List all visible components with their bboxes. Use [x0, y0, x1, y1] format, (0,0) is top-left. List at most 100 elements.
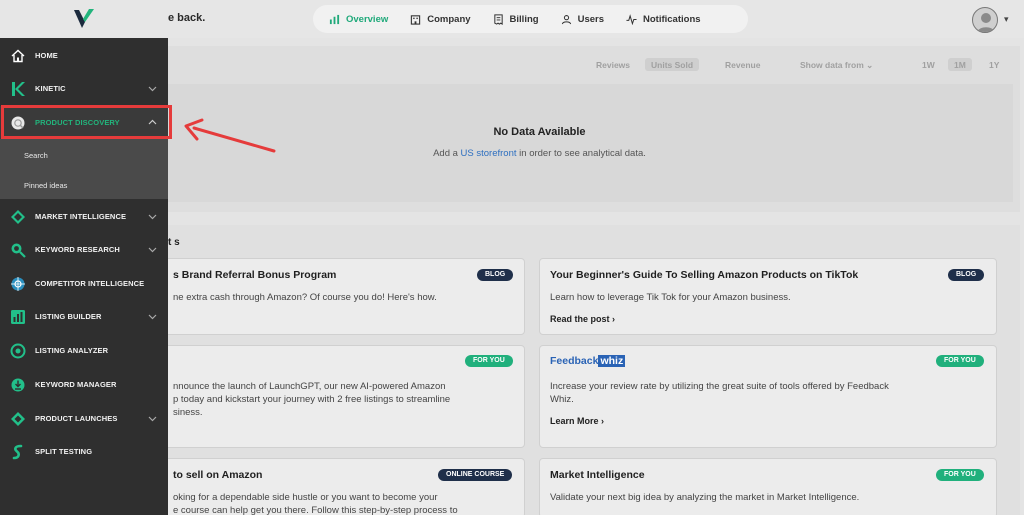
chevron-down-icon — [148, 86, 157, 92]
sidebar-item-listing-analyzer[interactable]: LISTING ANALYZER — [0, 334, 168, 367]
home-icon — [11, 49, 25, 62]
listing-builder-icon — [11, 309, 25, 324]
nav-overview[interactable]: Overview — [329, 14, 388, 25]
sidebar-item-label: HOME — [35, 51, 58, 60]
no-data-title: No Data Available — [493, 126, 586, 138]
subitem-label: Pinned ideas — [24, 181, 68, 190]
chevron-right-icon: › — [612, 314, 616, 324]
red-arrow-annotation — [184, 118, 276, 153]
blog-badge: BLOG — [477, 269, 514, 281]
learn-more-label: Learn More — [550, 416, 599, 426]
market-intelligence-icon — [11, 209, 25, 224]
card-desc: ne extra cash through Amazon? Of course … — [173, 292, 437, 303]
no-data-subtitle: Add a US storefront in order to see anal… — [168, 148, 911, 159]
sidebar-item-label: SPLIT TESTING — [35, 447, 93, 456]
learn-more-link[interactable]: Learn More › — [550, 416, 604, 426]
sidebar-item-label: KINETIC — [35, 84, 66, 93]
card-desc-line: p today and kickstart your journey with … — [173, 394, 451, 405]
nav-users-label: Users — [577, 13, 604, 25]
chevron-down-icon[interactable]: ▾ — [1004, 14, 1009, 25]
for-you-badge: FOR YOU — [465, 355, 513, 367]
logo-badge: whiz — [598, 355, 626, 367]
nav-company[interactable]: Company — [410, 13, 471, 25]
sidebar-item-home[interactable]: HOME — [0, 39, 168, 72]
chevron-down-icon — [148, 416, 157, 422]
range-1w[interactable]: 1W — [916, 58, 941, 71]
sidebar-item-market-intelligence[interactable]: MARKET INTELLIGENCE — [0, 200, 168, 233]
sidebar-item-label: PRODUCT LAUNCHES — [35, 414, 118, 423]
chevron-right-icon: › — [601, 416, 605, 426]
card-desc: Learn how to leverage Tik Tok for your A… — [550, 292, 791, 303]
sidebar-item-listing-builder[interactable]: LISTING BUILDER — [0, 300, 168, 333]
card-desc-line: siness. — [173, 407, 203, 418]
sidebar-item-product-launches[interactable]: PRODUCT LAUNCHES — [0, 402, 168, 435]
analytics-panel: Reviews Units Sold Revenue Show data fro… — [168, 46, 1020, 212]
sidebar-item-competitor-intelligence[interactable]: COMPETITOR INTELLIGENCE — [0, 267, 168, 300]
highlight-annotation — [1, 105, 172, 139]
card-title: Market Intelligence — [550, 469, 645, 481]
sidebar-item-label: MARKET INTELLIGENCE — [35, 212, 127, 221]
sidebar-item-label: LISTING ANALYZER — [35, 346, 109, 355]
sidebar-item-split-testing[interactable]: SPLIT TESTING — [0, 435, 168, 468]
range-1m[interactable]: 1M — [948, 58, 972, 71]
greeting-text: e back. — [168, 12, 206, 24]
card-desc-line: e course can help get you there. Follow … — [173, 505, 458, 515]
card-title: to sell on Amazon — [173, 469, 263, 481]
card-title: Your Beginner's Guide To Selling Amazon … — [550, 269, 859, 281]
subitem-label: Search — [24, 151, 48, 160]
nav-billing[interactable]: Billing — [493, 14, 539, 25]
range-1y[interactable]: 1Y — [983, 58, 1005, 71]
top-nav: Overview Company Billing Users Notificat… — [313, 5, 748, 33]
sidebar-item-keyword-manager[interactable]: KEYWORD MANAGER — [0, 368, 168, 401]
chevron-down-icon: ⌄ — [866, 60, 874, 70]
show-data-from-label: Show data from — [800, 60, 864, 70]
bar-chart-icon — [329, 14, 340, 24]
no-data-pre: Add a — [433, 148, 458, 159]
sidebar-item-label: LISTING BUILDER — [35, 312, 102, 321]
storefront-link[interactable]: US storefront — [461, 148, 517, 159]
show-data-from-select[interactable]: Show data from ⌄ — [794, 58, 879, 71]
news-card[interactable]: Feedback whiz FOR YOU Increase your revie… — [539, 345, 997, 448]
competitor-icon — [11, 276, 25, 291]
card-desc: Validate your next big idea by analyzing… — [550, 492, 860, 503]
sidebar-item-label: KEYWORD MANAGER — [35, 380, 117, 389]
product-discovery-submenu: Search Pinned ideas — [0, 139, 168, 199]
news-card[interactable]: to sell on Amazon ONLINE COURSE oking fo… — [150, 458, 525, 515]
product-launches-icon — [11, 411, 25, 426]
nav-users[interactable]: Users — [561, 14, 604, 25]
receipt-icon — [493, 13, 503, 25]
split-testing-icon — [12, 444, 23, 459]
user-icon — [561, 14, 571, 24]
chevron-down-icon — [148, 247, 157, 253]
news-card[interactable]: FOR YOU nnounce the launch of LaunchGPT,… — [150, 345, 525, 448]
tab-reviews[interactable]: Reviews — [590, 58, 636, 71]
sidebar-subitem-pinned-ideas[interactable]: Pinned ideas — [0, 171, 168, 199]
news-card[interactable]: Market Intelligence FOR YOU Validate you… — [539, 458, 997, 515]
sidebar-item-kinetic[interactable]: KINETIC — [0, 72, 168, 105]
nav-notifications[interactable]: Notifications — [626, 14, 701, 25]
nav-notifications-label: Notifications — [643, 13, 701, 25]
card-title: s Brand Referral Bonus Program — [173, 269, 337, 281]
sidebar-item-label: COMPETITOR INTELLIGENCE — [35, 279, 145, 288]
sidebar-subitem-search[interactable]: Search — [0, 141, 168, 169]
nav-company-label: Company — [427, 13, 471, 25]
read-the-post-link[interactable]: Read the post › — [550, 314, 615, 324]
card-desc-line: Increase your review rate by utilizing t… — [550, 381, 889, 392]
news-card[interactable]: s Brand Referral Bonus Program BLOG ne e… — [150, 258, 525, 335]
read-the-post-label: Read the post — [550, 314, 610, 324]
chevron-down-icon — [148, 214, 157, 220]
news-card[interactable]: Your Beginner's Guide To Selling Amazon … — [539, 258, 997, 335]
news-title: t s — [168, 237, 180, 248]
keyword-manager-icon — [11, 378, 25, 391]
logo-area — [0, 0, 168, 38]
sidebar-item-keyword-research[interactable]: KEYWORD RESEARCH — [0, 233, 168, 266]
viral-launch-logo-icon[interactable] — [72, 8, 96, 30]
logo-text: Feedback — [550, 355, 599, 367]
tab-units-sold[interactable]: Units Sold — [645, 58, 700, 71]
tab-revenue[interactable]: Revenue — [719, 58, 766, 71]
feedbackwhiz-logo: Feedback whiz — [550, 355, 626, 367]
listing-analyzer-icon — [10, 343, 26, 358]
pulse-icon — [626, 13, 637, 25]
blog-badge: BLOG — [948, 269, 985, 281]
avatar[interactable] — [972, 7, 998, 33]
